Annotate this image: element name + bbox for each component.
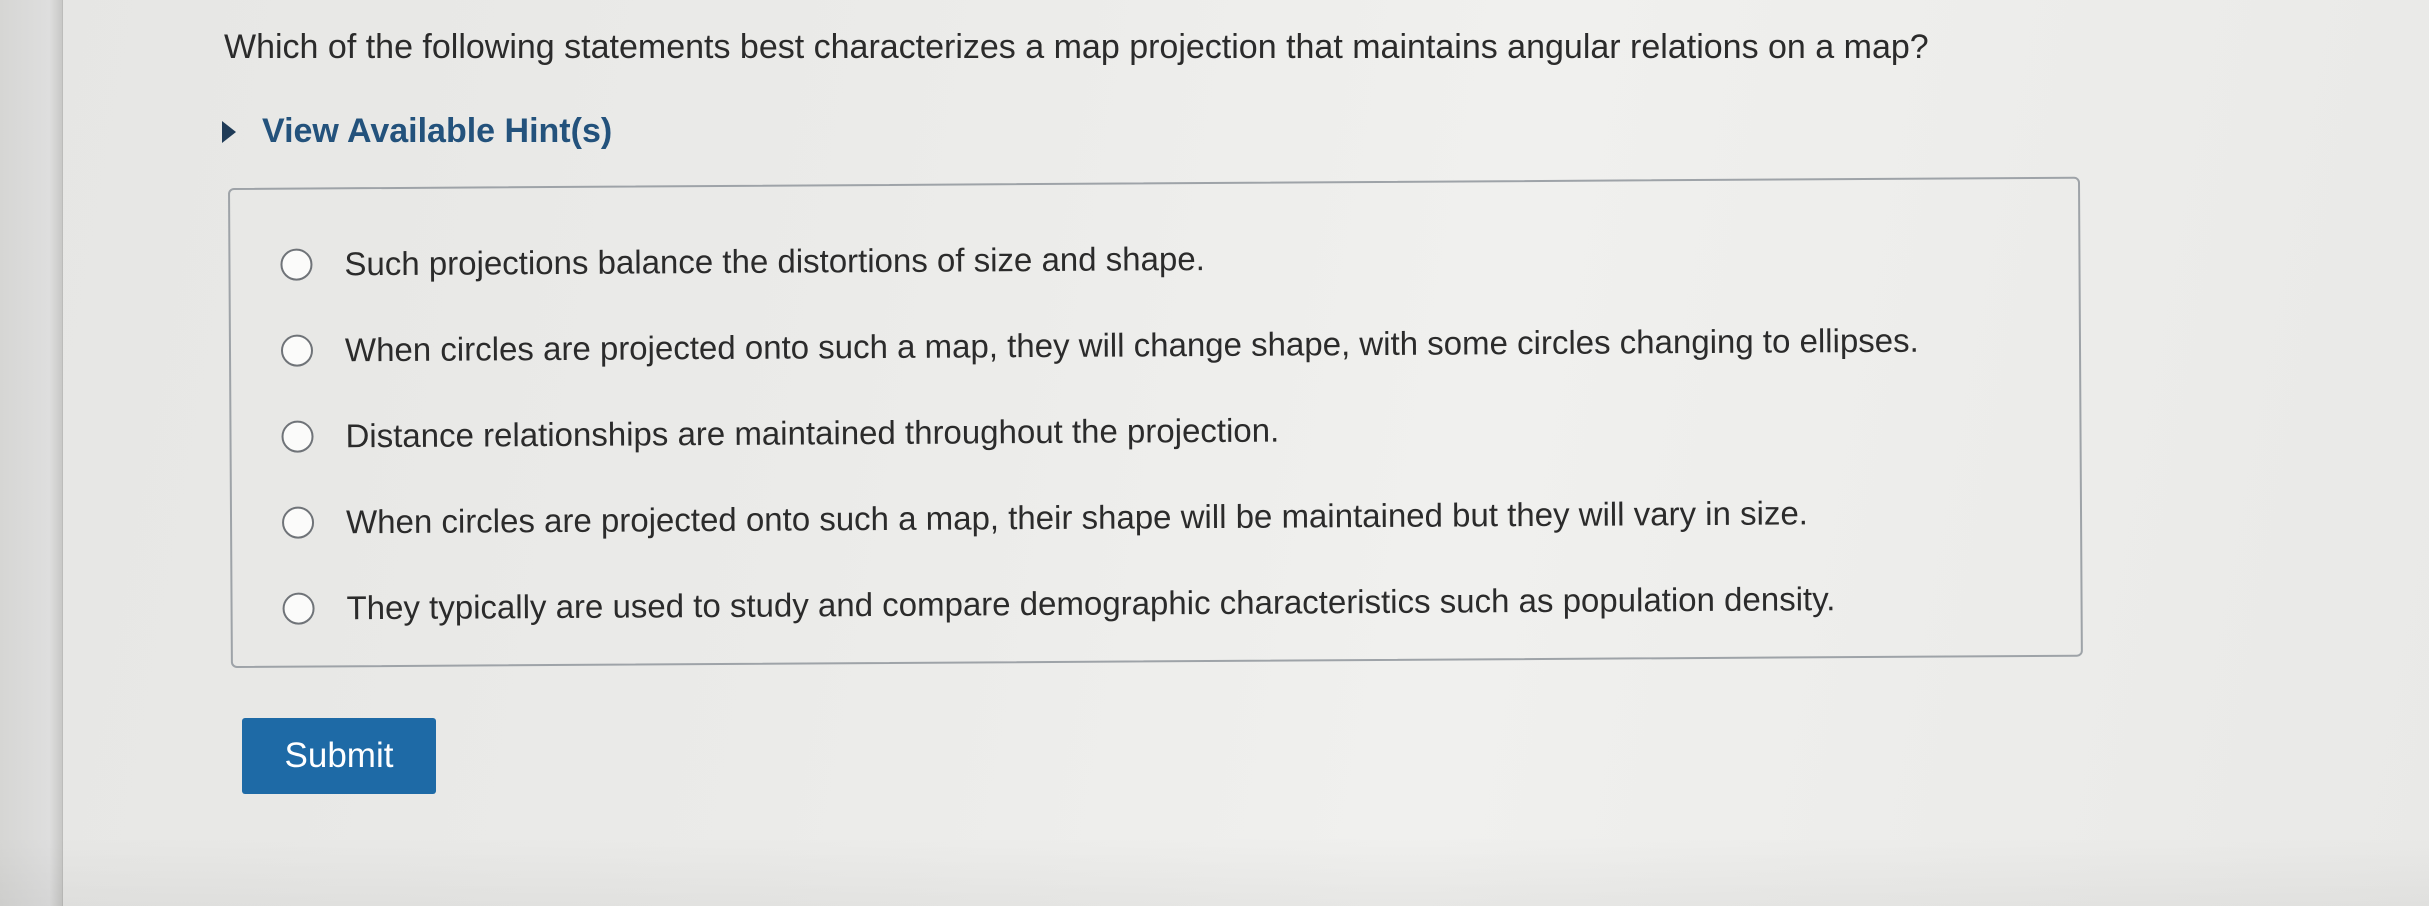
answer-option-label[interactable]: Distance relationships are maintained th… bbox=[345, 412, 1279, 456]
view-hints-toggle[interactable]: View Available Hint(s) bbox=[222, 112, 612, 151]
answer-option-label[interactable]: When circles are projected onto such a m… bbox=[345, 322, 1919, 370]
bottom-shade bbox=[0, 836, 2429, 906]
answer-option-1[interactable]: Such projections balance the distortions… bbox=[280, 240, 1205, 284]
radio-button-1[interactable] bbox=[280, 248, 313, 281]
left-margin bbox=[0, 0, 63, 906]
radio-button-4[interactable] bbox=[281, 506, 315, 539]
answer-option-3[interactable]: Distance relationships are maintained th… bbox=[281, 412, 1279, 456]
radio-button-2[interactable] bbox=[280, 334, 314, 367]
view-hints-label[interactable]: View Available Hint(s) bbox=[262, 112, 612, 151]
caret-right-icon[interactable] bbox=[222, 120, 236, 143]
submit-button[interactable]: Submit bbox=[242, 718, 436, 794]
answer-option-label[interactable]: Such projections balance the distortions… bbox=[344, 240, 1205, 283]
radio-button-5[interactable] bbox=[282, 592, 315, 625]
answer-option-2[interactable]: When circles are projected onto such a m… bbox=[280, 322, 1919, 370]
radio-button-3[interactable] bbox=[281, 420, 314, 453]
answer-option-label[interactable]: They typically are used to study and com… bbox=[346, 580, 1835, 627]
question-text: Which of the following statements best c… bbox=[224, 28, 1929, 66]
answer-option-4[interactable]: When circles are projected onto such a m… bbox=[281, 494, 1808, 541]
answer-options-box: Such projections balance the distortions… bbox=[228, 176, 2083, 668]
answer-option-label[interactable]: When circles are projected onto such a m… bbox=[346, 494, 1808, 541]
answer-option-5[interactable]: They typically are used to study and com… bbox=[282, 580, 1835, 627]
